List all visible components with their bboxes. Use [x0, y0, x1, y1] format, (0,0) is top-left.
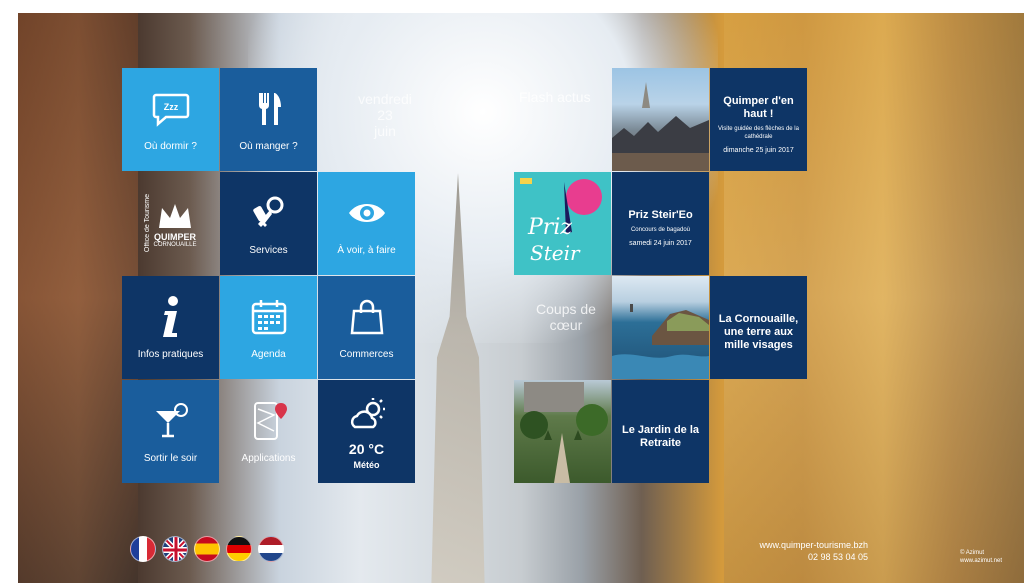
office-tourisme-logo: Office de Tourisme QUIMPER CORNOUAILLE: [122, 172, 219, 275]
meteo-temperature: 20 °C: [348, 440, 385, 457]
tile-label: Sortir le soir: [143, 452, 198, 464]
photo-jardin-retraite[interactable]: [514, 380, 611, 483]
photo-cornouaille-coast[interactable]: [612, 276, 709, 379]
flash-item-subtitle: Visite guidée des flèches de la cathédra…: [718, 125, 799, 140]
tile-label: Où dormir ?: [144, 140, 197, 152]
flash-item-date: samedi 24 juin 2017: [629, 240, 692, 247]
map-phone-icon: [247, 399, 291, 443]
language-selector: [130, 536, 284, 562]
sun-cloud-icon: [345, 393, 389, 437]
coups-de-coeur-heading: Coups de cœur: [536, 301, 596, 333]
tile-ou-manger[interactable]: Où manger ?: [220, 68, 317, 171]
credit: © Azimut www.azimut.net: [960, 549, 1020, 565]
german-flag[interactable]: [226, 536, 252, 562]
tile-ou-dormir[interactable]: Zzz Où dormir ?: [122, 68, 219, 171]
info-icon: [149, 295, 193, 339]
coup-item-title: La Cornouaille, une terre aux mille visa…: [718, 313, 799, 351]
current-date: vendredi 23 juin: [336, 91, 434, 139]
logo-region: CORNOUAILLE: [153, 242, 197, 249]
website-url: www.quimper-tourisme.bzh: [759, 540, 868, 550]
flash-item-2[interactable]: Priz Steir'Eo Concours de bagadoù samedi…: [612, 172, 709, 275]
calendar-icon: [247, 295, 291, 339]
svg-text:Zzz: Zzz: [163, 102, 178, 112]
flash-actus-heading: Flash actus: [519, 89, 591, 105]
tile-label: Où manger ?: [239, 140, 298, 152]
kiosk-screen: Zzz Où dormir ? Où manger ? vendredi 23 …: [18, 13, 1024, 583]
dutch-flag[interactable]: [258, 536, 284, 562]
tile-meteo[interactable]: 20 °C Météo: [318, 380, 415, 483]
garden-image: [520, 382, 608, 483]
tile-infos-pratiques[interactable]: Infos pratiques: [122, 276, 219, 379]
coup-item-title: Le Jardin de la Retraite: [621, 423, 700, 449]
credit-line-1: © Azimut: [960, 550, 985, 556]
shopping-bag-icon: [345, 295, 389, 339]
flash-item-title: Priz Steir'Eo: [628, 209, 693, 221]
tile-sortir-le-soir[interactable]: Sortir le soir: [122, 380, 219, 483]
tile-agenda[interactable]: Agenda: [220, 276, 317, 379]
photo-quimper-rooftops[interactable]: [612, 68, 709, 171]
phone-number: 02 98 53 04 05: [807, 552, 868, 562]
coast-image: [612, 304, 709, 379]
french-flag[interactable]: [130, 536, 156, 562]
logo-office-text: Office de Tourisme: [144, 194, 152, 253]
fork-knife-icon: [247, 87, 291, 131]
tile-label: Agenda: [251, 348, 286, 360]
tile-voir-faire[interactable]: À voir, à faire: [318, 172, 415, 275]
contact-info: www.quimper-tourisme.bzh 02 98 53 04 05: [748, 539, 868, 563]
tile-label: Services: [249, 244, 288, 256]
flash-item-subtitle: Concours de bagadoù: [630, 227, 691, 233]
svg-text:Steir: Steir: [530, 241, 581, 265]
credit-line-2: www.azimut.net: [960, 558, 1003, 564]
cocktail-icon: [149, 399, 193, 443]
flash-item-title: Quimper d'en haut !: [723, 94, 794, 120]
keys-icon: [247, 191, 291, 235]
svg-text:Priz: Priz: [527, 215, 572, 240]
tile-label: Commerces: [339, 348, 394, 360]
background-left-house: [18, 13, 138, 583]
coup-item-1[interactable]: La Cornouaille, une terre aux mille visa…: [710, 276, 807, 379]
uk-flag[interactable]: [162, 536, 188, 562]
flash-item-1[interactable]: Quimper d'en haut ! Visite guidée des fl…: [710, 68, 807, 171]
date-day: 23: [377, 107, 393, 123]
date-weekday: vendredi: [358, 91, 412, 107]
tile-commerces[interactable]: Commerces: [318, 276, 415, 379]
poster-priz-steireo[interactable]: Priz Steir: [514, 172, 611, 275]
flash-item-date: dimanche 25 juin 2017: [723, 146, 794, 154]
rooftops-image: [612, 82, 709, 171]
poster-image: PrizSteir: [520, 178, 602, 265]
tile-label: Applications: [241, 452, 296, 464]
spanish-flag[interactable]: [194, 536, 220, 562]
tile-label: Infos pratiques: [137, 348, 204, 360]
coup-item-2[interactable]: Le Jardin de la Retraite: [612, 380, 709, 483]
date-month: juin: [374, 123, 396, 139]
eye-icon: [345, 191, 389, 235]
sleep-chat-icon: Zzz: [149, 87, 193, 131]
logo-city: QUIMPER: [153, 232, 196, 243]
tile-label: À voir, à faire: [337, 244, 396, 256]
tile-applications[interactable]: Applications: [220, 380, 317, 483]
crown-icon: [158, 204, 191, 229]
meteo-label: Météo: [353, 459, 380, 470]
tile-services[interactable]: Services: [220, 172, 317, 275]
